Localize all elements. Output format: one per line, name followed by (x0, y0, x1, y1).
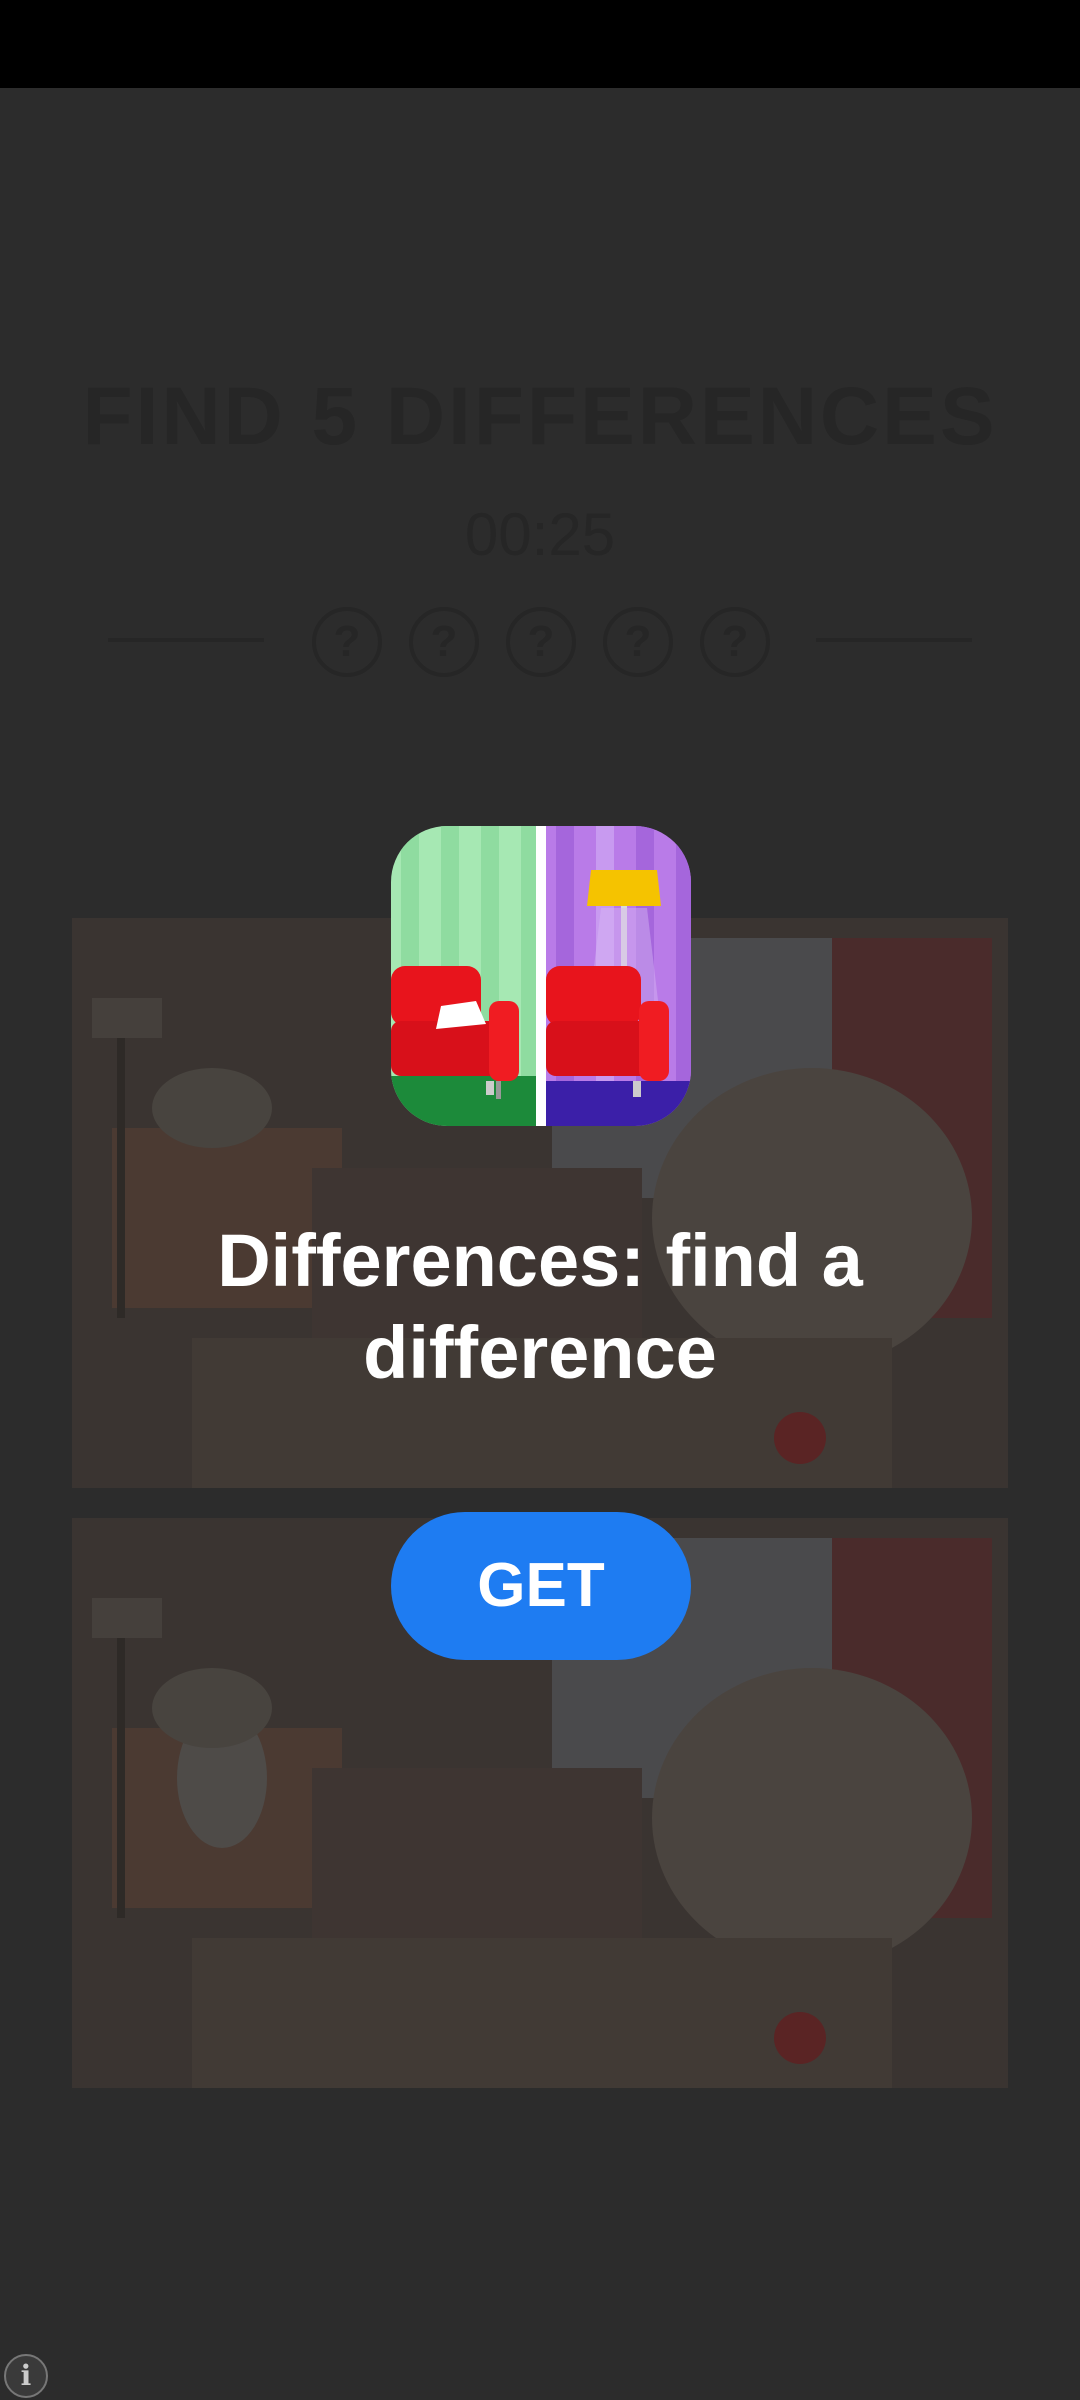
hint-slot-2: ? (409, 607, 479, 677)
hint-slot-5: ? (700, 607, 770, 677)
app-icon[interactable] (391, 826, 691, 1126)
progress-line-right (816, 638, 972, 642)
app-name: Differences: find a difference (217, 1219, 863, 1394)
get-button[interactable]: GET (391, 1512, 691, 1660)
progress-line-left (108, 638, 264, 642)
hint-slot-3: ? (506, 607, 576, 677)
game-title: FIND 5 DIFFERENCES (82, 371, 998, 462)
info-icon[interactable]: i (4, 2354, 48, 2398)
hint-slot-4: ? (603, 607, 673, 677)
game-timer: 00:25 (464, 501, 616, 568)
hint-slot-1: ? (312, 607, 382, 677)
differences-progress: ? ? ? ? ? (0, 600, 1080, 680)
status-bar (0, 0, 1080, 88)
